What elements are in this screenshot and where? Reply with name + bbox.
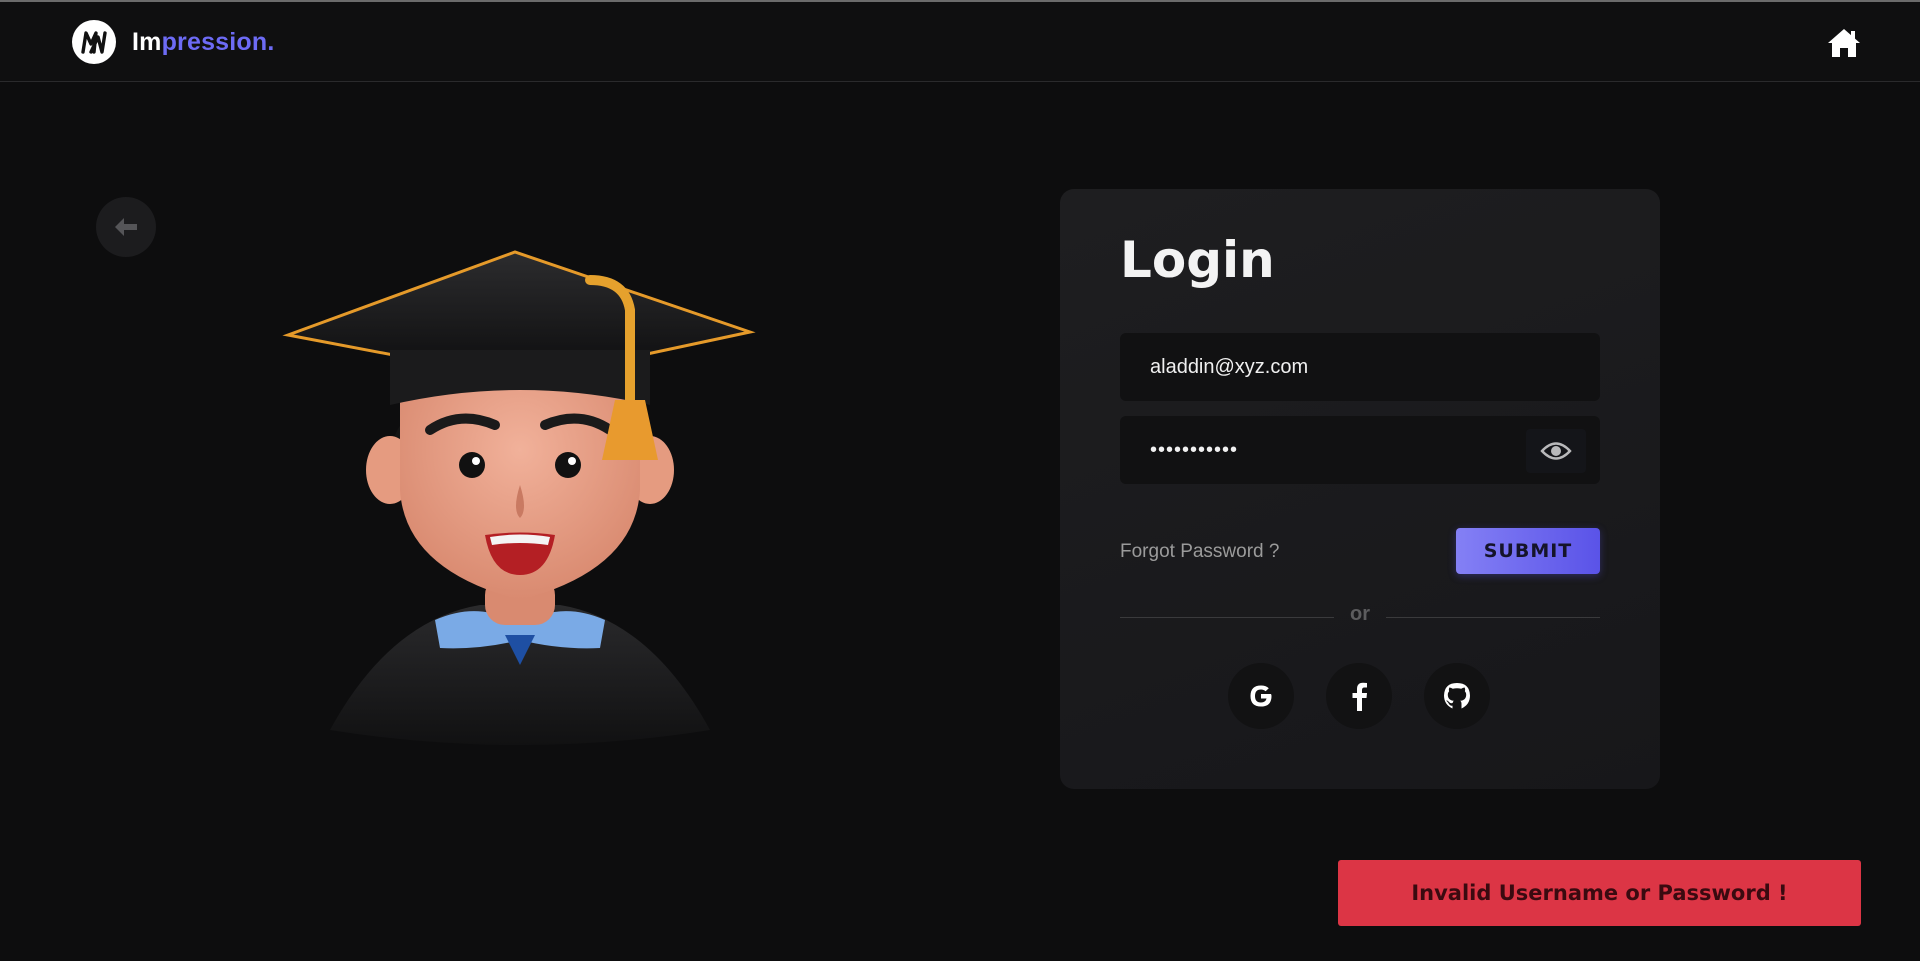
google-login-button[interactable]: [1228, 663, 1294, 729]
eye-icon: [1540, 442, 1572, 460]
login-card: Login Forgot Password ? SUBMIT or: [1060, 189, 1660, 789]
error-toast: Invalid Username or Password !: [1338, 860, 1861, 926]
logo-icon: [72, 20, 116, 64]
home-icon[interactable]: [1826, 26, 1862, 60]
brand-name: Impression.: [132, 28, 275, 57]
email-field[interactable]: [1120, 333, 1600, 401]
toggle-password-visibility-button[interactable]: [1526, 429, 1586, 473]
graduate-avatar-illustration: [280, 240, 760, 760]
back-button[interactable]: [96, 197, 156, 257]
divider-line-left: [1120, 617, 1334, 618]
facebook-login-button[interactable]: [1326, 663, 1392, 729]
navbar: Impression.: [0, 2, 1920, 82]
google-icon: [1250, 685, 1272, 707]
arrow-left-icon: [115, 218, 137, 236]
brand-name-part2: pression.: [161, 27, 275, 56]
github-login-button[interactable]: [1424, 663, 1490, 729]
brand-name-part1: Im: [132, 27, 162, 56]
login-title: Login: [1120, 231, 1275, 289]
logo-link[interactable]: Impression.: [72, 20, 275, 64]
facebook-icon: [1352, 682, 1367, 711]
github-icon: [1444, 683, 1470, 709]
divider-or-text: or: [1350, 603, 1370, 625]
forgot-password-link[interactable]: Forgot Password ?: [1120, 541, 1279, 563]
submit-button[interactable]: SUBMIT: [1456, 528, 1600, 574]
divider-line-right: [1386, 617, 1600, 618]
